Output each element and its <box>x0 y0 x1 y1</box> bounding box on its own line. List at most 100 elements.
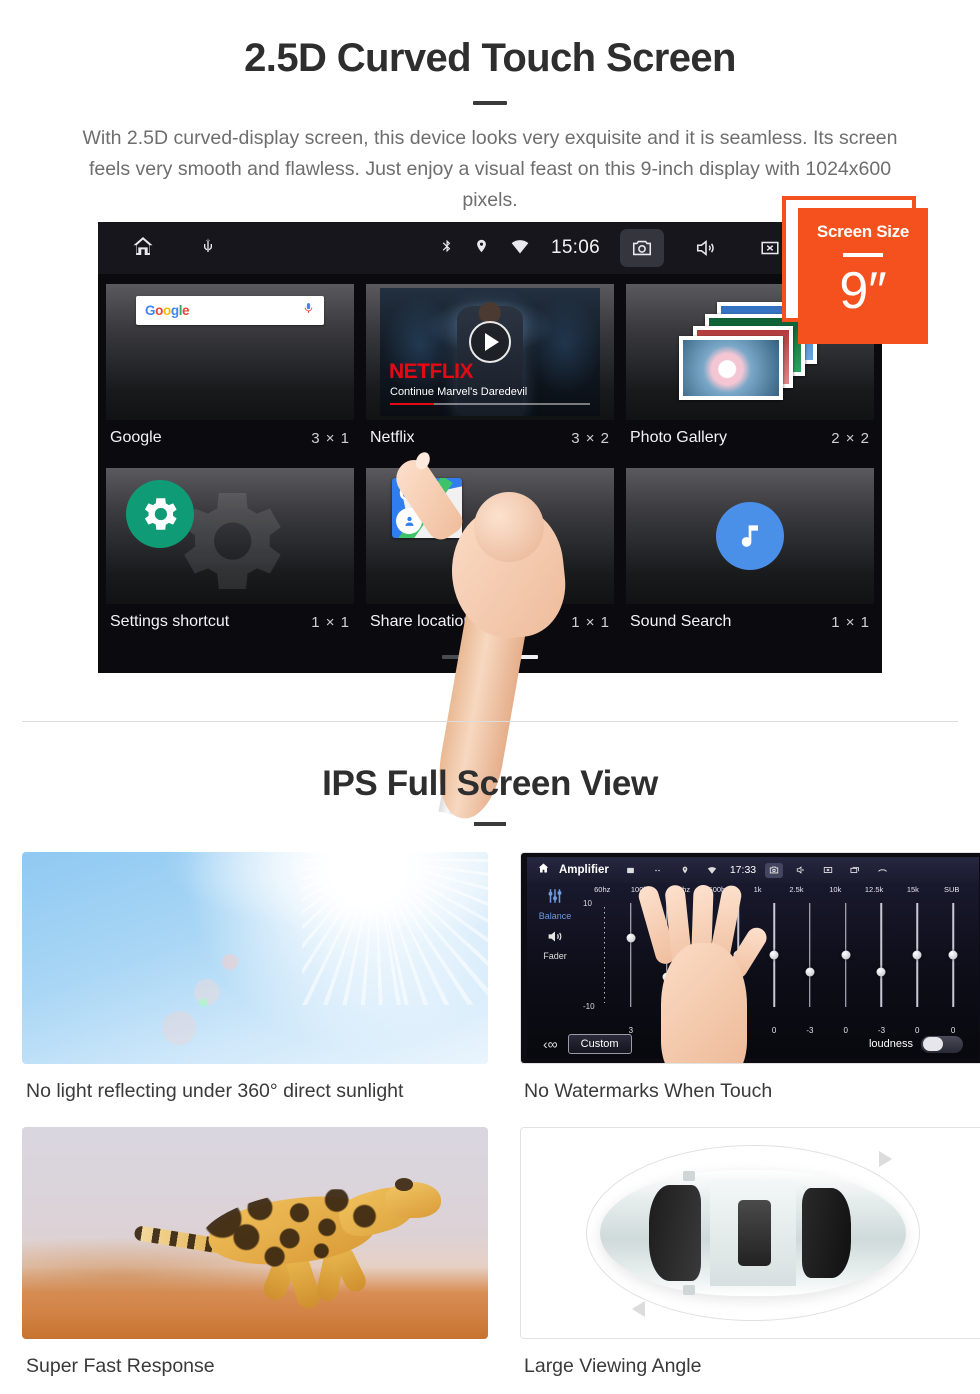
car-top-view-image <box>521 1128 980 1338</box>
section2-title-underline <box>474 822 506 826</box>
status-clock: 15:06 <box>550 237 600 258</box>
lens-flare <box>199 998 209 1008</box>
maps-g-letter: G <box>399 483 415 505</box>
previous-preset-icon[interactable]: ‹∞ <box>543 1036 558 1052</box>
widget-preview <box>106 468 354 604</box>
axis-min-label: -10 <box>583 1002 595 1011</box>
amplifier-clock: 17:33 <box>729 864 757 876</box>
widget-settings-shortcut[interactable]: Settings shortcut 1 × 1 <box>100 462 360 646</box>
search-input[interactable]: Google <box>136 296 324 325</box>
fader-button[interactable]: Fader <box>531 928 579 961</box>
play-icon[interactable] <box>469 320 511 363</box>
amplifier-title: Amplifier <box>559 864 609 876</box>
slider-knob[interactable] <box>805 967 815 977</box>
band-label: SUB <box>944 885 960 894</box>
axis-max-label: 10 <box>583 899 592 908</box>
rear-window <box>802 1187 851 1279</box>
camera-icon[interactable] <box>620 229 664 267</box>
gear-icon <box>126 480 194 548</box>
widget-preview: NETFLIX Continue Marvel's Daredevil <box>366 284 614 420</box>
home-icon[interactable] <box>537 861 550 879</box>
android-device-screenshot: 15:06 Google Google 3 × 1 NETFLIX Contin… <box>98 222 882 673</box>
palm <box>661 943 747 1063</box>
status-bar: 15:06 <box>98 222 882 274</box>
location-icon[interactable] <box>474 235 489 262</box>
fader-label: Fader <box>543 951 567 961</box>
slider-knob[interactable] <box>769 950 779 960</box>
google-maps-icon: G <box>392 478 462 538</box>
widget-netflix[interactable]: NETFLIX Continue Marvel's Daredevil Netf… <box>360 278 620 462</box>
loudness-toggle[interactable] <box>921 1035 963 1053</box>
eq-slider[interactable] <box>864 899 900 1011</box>
camera-icon[interactable] <box>765 862 784 878</box>
amplifier-screen-image: Amplifier 17:33 Balance Fader 60hz 500hz… <box>521 853 980 1063</box>
bluetooth-icon[interactable] <box>439 235 454 262</box>
volume-icon[interactable] <box>792 863 810 878</box>
band-label: 15k <box>906 885 919 894</box>
card-caption: Super Fast Response <box>26 1355 215 1377</box>
volume-icon[interactable] <box>684 229 728 267</box>
windshield <box>648 1185 701 1281</box>
eq-slider[interactable] <box>899 899 935 1011</box>
widget-name: Netflix <box>370 429 415 446</box>
ips-full-screen-view-section: IPS Full Screen View No light reflecting… <box>0 722 980 1378</box>
amplifier-ui: Amplifier 17:33 Balance Fader 60hz 500hz… <box>527 857 979 1063</box>
widget-size: 2 × 2 <box>831 429 870 447</box>
widget-google[interactable]: Google Google 3 × 1 <box>100 278 360 462</box>
widget-name: Photo Gallery <box>630 429 727 446</box>
amplifier-side-menu: Balance Fader <box>531 887 579 961</box>
feature-card-viewing-angle: Large Viewing Angle <box>490 1127 980 1378</box>
page-dot-active[interactable] <box>512 655 538 659</box>
slider-knob[interactable] <box>626 933 636 943</box>
more-icon[interactable] <box>649 863 667 878</box>
band-label: 10k <box>829 885 842 894</box>
usb-icon[interactable] <box>200 235 216 262</box>
eq-slider[interactable] <box>935 899 971 1011</box>
page-title: 2.5D Curved Touch Screen <box>244 36 736 80</box>
hand-touching-screen <box>636 881 771 1063</box>
eq-slider[interactable] <box>792 899 828 1011</box>
mic-icon[interactable] <box>302 300 315 321</box>
sunroof <box>737 1200 772 1266</box>
band-label: 60hz <box>594 885 611 894</box>
widget-share-location[interactable]: G Share location 1 × 1 <box>360 462 620 646</box>
recents-icon[interactable] <box>846 863 864 878</box>
balance-label: Balance <box>538 911 572 921</box>
location-icon[interactable] <box>676 863 694 878</box>
running-cheetah-image <box>22 1127 488 1339</box>
close-box-icon[interactable] <box>819 863 837 878</box>
eq-slider[interactable] <box>828 899 864 1011</box>
widget-sound-search[interactable]: Sound Search 1 × 1 <box>620 462 880 646</box>
page-indicator[interactable] <box>98 655 882 659</box>
wifi-icon[interactable] <box>509 236 531 261</box>
slider-knob[interactable] <box>841 950 851 960</box>
balance-button[interactable]: Balance <box>531 887 579 921</box>
slider-knob[interactable] <box>948 950 958 960</box>
wifi-icon[interactable] <box>703 863 721 878</box>
widget-name: Share location <box>370 613 473 630</box>
page-dot[interactable] <box>477 655 503 659</box>
widget-caption: Netflix 3 × 2 <box>366 420 614 447</box>
lens-flare <box>222 953 239 970</box>
feature-card-sunlight: No light reflecting under 360° direct su… <box>22 852 490 1103</box>
sun-rays <box>301 852 488 1005</box>
feature-card-watermarks: Amplifier 17:33 Balance Fader 60hz 500hz… <box>490 852 980 1103</box>
amplifier-status-bar: Amplifier 17:33 <box>527 857 979 883</box>
netflix-logo: NETFLIX <box>389 360 474 383</box>
back-icon[interactable] <box>873 863 891 878</box>
sd-card-icon[interactable] <box>622 863 640 878</box>
blue-sky-sun-flare-image <box>22 852 488 1064</box>
status-bar-left <box>98 234 216 263</box>
widget-size: 1 × 1 <box>571 613 610 631</box>
device-screen: 15:06 Google Google 3 × 1 NETFLIX Contin… <box>98 222 882 673</box>
card-caption: No Watermarks When Touch <box>524 1080 773 1102</box>
widget-preview: G <box>366 468 614 604</box>
preset-button[interactable]: Custom <box>567 1034 632 1054</box>
axis-ticks <box>604 907 605 1003</box>
loudness-control[interactable]: loudness <box>869 1035 963 1053</box>
slider-knob[interactable] <box>912 950 922 960</box>
photo-frame <box>679 336 783 400</box>
page-dot[interactable] <box>442 655 468 659</box>
home-icon[interactable] <box>130 234 156 263</box>
slider-knob[interactable] <box>876 967 886 977</box>
